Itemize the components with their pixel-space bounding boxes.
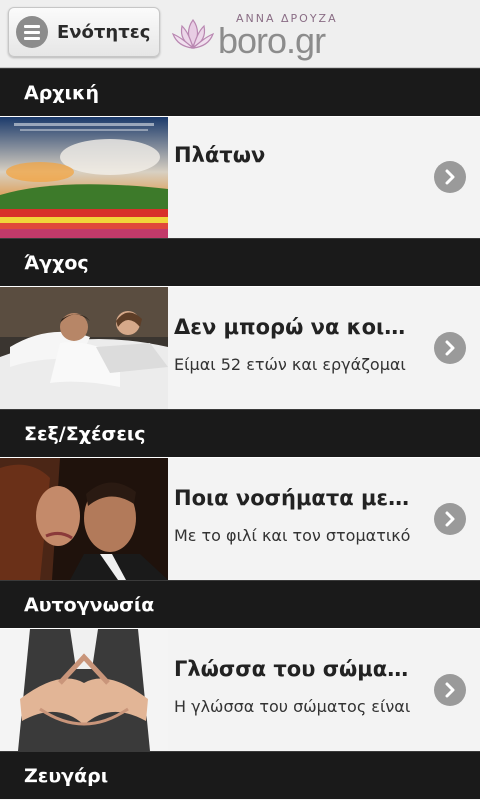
logo-title: boro.gr [218,20,326,61]
article-thumbnail [0,629,168,751]
article-item[interactable]: Ποια νοσήματα μεταδίδονται Με το φιλί κα… [0,457,480,580]
lotus-icon [171,18,215,49]
section-header-relationships[interactable]: Σεξ/Σχέσεις [0,409,480,457]
app-header: Ενότητες ΑΝΝΑ ΔΡΟΥΖΑ boro.gr [0,0,480,68]
section-header-couple[interactable]: Ζευγάρι [0,751,480,799]
chevron-right-icon[interactable] [434,503,466,535]
article-title: Πλάτων [174,143,266,167]
article-item[interactable]: Γλώσσα του σώματος Η γλώσσα του σώματος … [0,628,480,751]
article-description: Είμαι 52 ετών και εργάζομαι [174,355,406,374]
article-description: Με το φιλί και τον στοματικό [174,526,411,545]
section-label: Άγχος [24,252,89,274]
chevron-right-icon[interactable] [434,674,466,706]
article-thumbnail [0,458,168,580]
site-logo[interactable]: ΑΝΝΑ ΔΡΟΥΖΑ boro.gr [170,10,340,62]
section-label: Αυτογνωσία [24,594,155,616]
sections-menu-button[interactable]: Ενότητες [8,7,160,57]
section-label: Σεξ/Σχέσεις [24,423,146,445]
article-item[interactable]: Πλάτων [0,116,480,239]
hamburger-menu-icon [16,16,48,48]
chevron-right-icon[interactable] [434,161,466,193]
article-title: Ποια νοσήματα μεταδίδονται [174,486,420,510]
article-title: Γλώσσα του σώματος [174,657,420,681]
article-title: Δεν μπορώ να κοιμηθώ [174,315,420,339]
section-label: Αρχική [24,82,99,104]
article-thumbnail [0,117,168,239]
section-header-anxiety[interactable]: Άγχος [0,238,480,286]
sections-menu-label: Ενότητες [57,21,151,43]
article-thumbnail [0,287,168,409]
section-header-self-knowledge[interactable]: Αυτογνωσία [0,580,480,628]
chevron-right-icon[interactable] [434,332,466,364]
article-item[interactable]: Δεν μπορώ να κοιμηθώ Είμαι 52 ετών και ε… [0,286,480,409]
section-label: Ζευγάρι [24,765,109,787]
article-description: Η γλώσσα του σώματος είναι [174,697,411,716]
section-header-home[interactable]: Αρχική [0,68,480,116]
